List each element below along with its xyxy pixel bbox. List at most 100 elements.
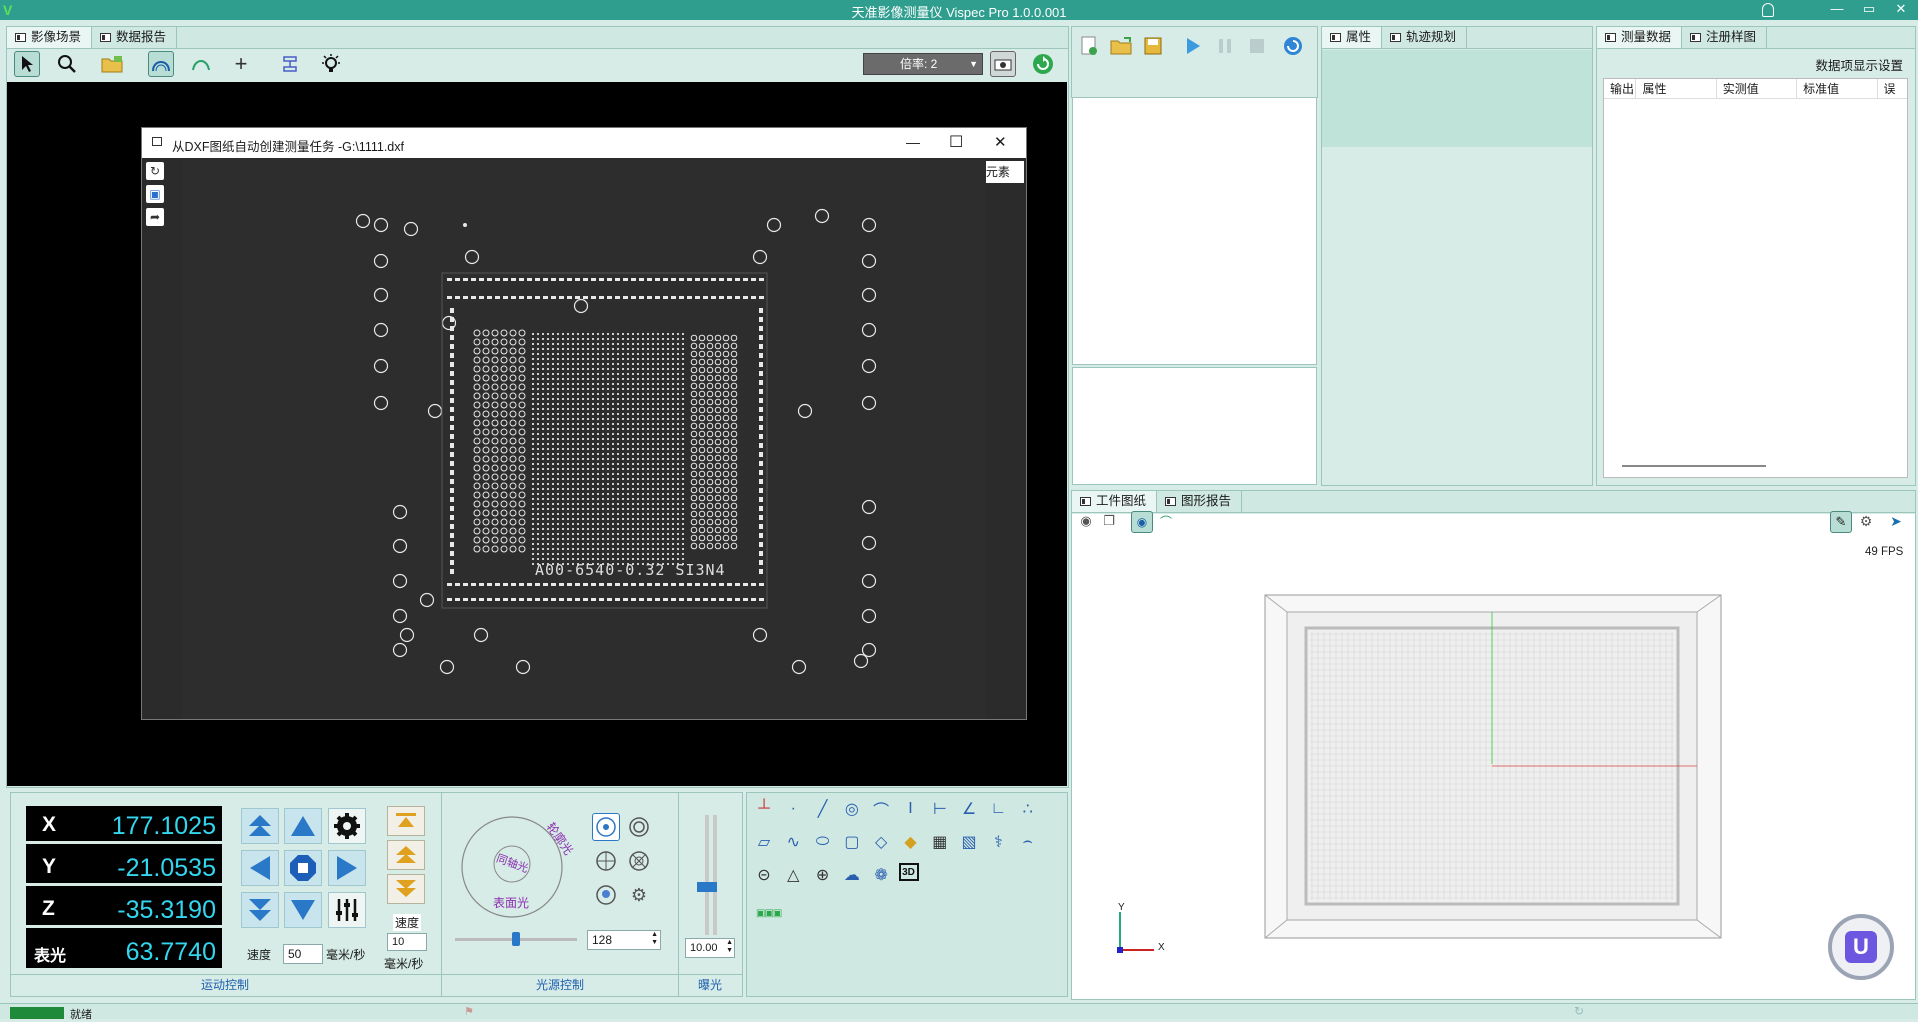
refresh-green-button[interactable] (1030, 51, 1056, 77)
jog-up-fast-button[interactable] (241, 808, 279, 844)
jog-down-button[interactable] (284, 892, 322, 928)
col-standard[interactable]: 标准值 (1797, 79, 1878, 98)
focus-button[interactable] (277, 51, 303, 77)
point-icon[interactable]: · (781, 797, 805, 821)
reset-button[interactable] (1280, 33, 1306, 59)
tab-data-report[interactable]: 数据报告 (92, 27, 178, 48)
light-slider[interactable] (455, 932, 577, 946)
z-speed-input[interactable]: 10 (387, 933, 427, 951)
z-up-button[interactable] (387, 840, 425, 870)
measure-table[interactable]: 输出 属性 实测值 标准值 误 (1603, 78, 1908, 478)
tab-properties[interactable]: 属性 (1322, 27, 1383, 48)
z-down-button[interactable] (387, 874, 425, 904)
plane-icon[interactable]: ▱ (752, 830, 776, 854)
task-list[interactable] (1072, 97, 1317, 365)
view-settings-button[interactable]: ⚙ (1856, 511, 1876, 531)
points-cloud-icon[interactable]: ∴ (1016, 797, 1040, 821)
cloud-up-icon[interactable]: ☁ (840, 863, 864, 887)
tab-path-planning[interactable]: 轨迹规划 (1382, 27, 1468, 48)
segment-light-button[interactable] (592, 847, 620, 875)
user-icon[interactable] (1762, 3, 1774, 17)
col-attribute[interactable]: 属性 (1636, 79, 1717, 98)
coord-axis-icon[interactable]: ┴ (752, 797, 776, 821)
close-button[interactable]: ✕ (1884, 0, 1918, 20)
cone-icon[interactable]: △ (781, 863, 805, 887)
light-value-input[interactable]: 128 ▲ ▼ (587, 930, 661, 950)
exposure-input[interactable]: 10.00 ▲ ▼ (685, 938, 735, 958)
tab-image-scene[interactable]: 影像场景 (7, 27, 93, 48)
light-settings-button[interactable]: ⚙ (625, 881, 653, 909)
pause-button[interactable] (1212, 33, 1238, 59)
circle-icon[interactable]: ◎ (840, 797, 864, 821)
tab-measure-data[interactable]: 测量数据 (1597, 27, 1683, 48)
surface-light-label[interactable]: 表面光 (493, 894, 529, 911)
redo-icon[interactable]: ➦ (146, 208, 164, 226)
zoom-tool-button[interactable] (54, 51, 80, 77)
jog-stop-button[interactable] (284, 850, 322, 886)
cylinder-icon[interactable]: ⊝ (752, 863, 776, 887)
view-edit-button[interactable]: ✎ (1830, 511, 1852, 533)
quadrant-light-button[interactable] (625, 847, 653, 875)
multi-ring-button[interactable] (625, 813, 653, 841)
ellipse-icon[interactable]: ⬭ (811, 830, 835, 854)
jog-down-fast-button[interactable] (241, 892, 279, 928)
stop-button[interactable] (1244, 33, 1270, 59)
spin-icon[interactable]: ▲ ▼ (651, 931, 658, 947)
tab-workpiece-drawing[interactable]: 工件图纸 (1072, 491, 1158, 512)
minimize-button[interactable]: — (1820, 0, 1854, 20)
light-slider-thumb[interactable] (512, 932, 521, 946)
sphere-icon[interactable]: ⊕ (811, 863, 835, 887)
tab-graphic-report[interactable]: 图形报告 (1157, 491, 1243, 512)
camera-button[interactable] (990, 51, 1016, 77)
shapes-icon[interactable]: ◆ (899, 830, 923, 854)
dxf-minimize-button[interactable]: — (906, 134, 920, 150)
arc-icon[interactable]: ⌒ (869, 797, 893, 821)
exposure-spin-icon[interactable]: ▲ ▼ (726, 939, 733, 955)
curve-icon[interactable]: ∿ (781, 830, 805, 854)
display-settings-link[interactable]: 数据项显示设置 (1815, 55, 1903, 74)
arc-tool-button[interactable] (188, 51, 214, 77)
view-box-button[interactable]: ❐ (1099, 511, 1119, 531)
crosshair-button[interactable]: + (228, 51, 254, 77)
jog-up-button[interactable] (284, 808, 322, 844)
horizontal-scrollbar[interactable] (1622, 465, 1766, 467)
run-button[interactable] (1180, 33, 1206, 59)
width-icon[interactable]: ⊢ (928, 797, 952, 821)
exposure-slider-thumb[interactable] (697, 882, 717, 892)
hatch-icon[interactable]: ▧ (957, 830, 981, 854)
motion-tuning-button[interactable] (328, 892, 366, 928)
bulb-light-button[interactable] (592, 881, 620, 909)
distance-icon[interactable]: I (899, 797, 923, 821)
new-task-button[interactable] (1076, 33, 1102, 59)
angle-icon[interactable]: ∠ (957, 797, 981, 821)
tab-register-sample[interactable]: 注册样图 (1682, 27, 1768, 48)
jog-left-button[interactable] (241, 850, 279, 886)
line-icon[interactable]: ╱ (811, 797, 835, 821)
view-eye-button[interactable]: ◉ (1131, 511, 1153, 533)
rectangle-icon[interactable]: ▢ (840, 830, 864, 854)
restore-button[interactable]: ▭ (1852, 0, 1886, 20)
save-task-button[interactable] (1140, 33, 1166, 59)
pointer-tool-button[interactable] (14, 51, 40, 77)
arc-open-icon[interactable]: ⌢ (1016, 830, 1040, 854)
view-snap-button[interactable]: ◉ (1076, 511, 1096, 531)
view-navigate-button[interactable]: ➤ (1886, 511, 1906, 531)
dxf-canvas[interactable]: A00-6540-0.32 SI3N4 (182, 158, 986, 719)
zoom-select[interactable]: 倍率: 2 ▼ (863, 53, 983, 75)
3d-icon[interactable]: 3D (898, 863, 919, 881)
col-measured[interactable]: 实测值 (1717, 79, 1798, 98)
open-folder-button[interactable] (99, 51, 125, 77)
jog-right-button[interactable] (328, 850, 366, 886)
rotate-icon[interactable]: ↻ (146, 162, 164, 180)
diamond-icon[interactable]: ◇ (869, 830, 893, 854)
tolerance-icon[interactable]: ⚕ (986, 830, 1010, 854)
dxf-close-button[interactable]: ✕ (994, 133, 1007, 151)
ring-light-mode-button[interactable] (592, 813, 620, 841)
speed-input[interactable]: 50 (283, 944, 323, 964)
exposure-slider[interactable] (697, 815, 717, 935)
u-badge-button[interactable]: U (1828, 914, 1894, 980)
task-detail[interactable] (1072, 367, 1317, 485)
light-button[interactable] (318, 51, 344, 77)
construct-icon[interactable]: ∟ (986, 797, 1010, 821)
motion-settings-button[interactable] (328, 808, 366, 844)
